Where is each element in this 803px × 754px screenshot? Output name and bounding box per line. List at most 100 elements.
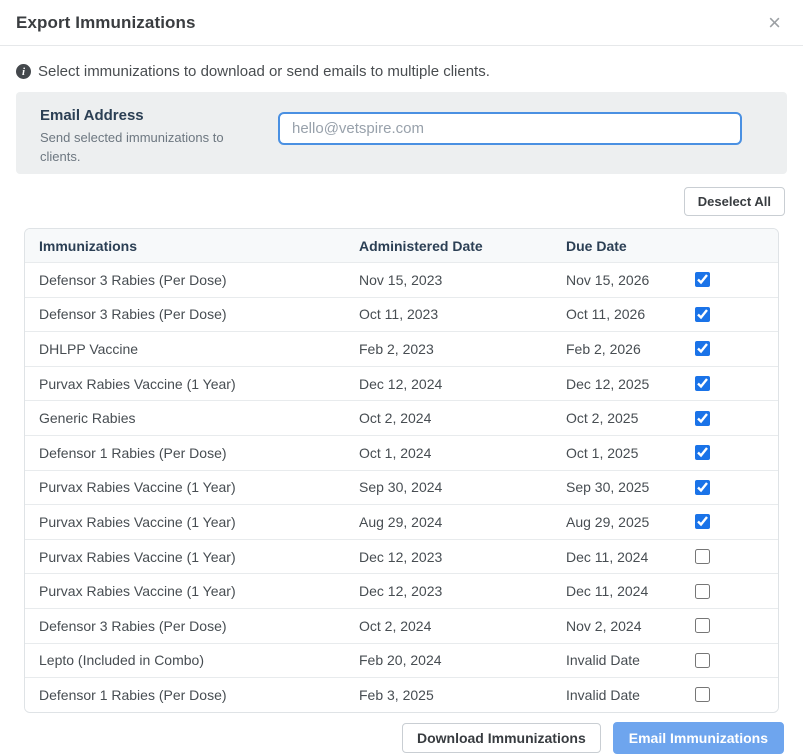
due-date: Nov 15, 2026 — [552, 272, 687, 288]
checkbox-cell — [687, 445, 778, 460]
table-row: Purvax Rabies Vaccine (1 Year) Sep 30, 2… — [25, 470, 778, 505]
email-section: Email Address Send selected immunization… — [16, 92, 787, 174]
checkbox-cell — [687, 480, 778, 495]
info-icon: i — [16, 64, 31, 79]
due-date: Invalid Date — [552, 687, 687, 703]
checkbox-cell — [687, 618, 778, 633]
row-checkbox[interactable] — [695, 687, 710, 702]
row-checkbox[interactable] — [695, 307, 710, 322]
due-date: Sep 30, 2025 — [552, 479, 687, 495]
checkbox-cell — [687, 272, 778, 287]
email-address-label: Email Address — [40, 107, 278, 124]
info-message: i Select immunizations to download or se… — [16, 63, 787, 80]
table-header-row: Immunizations Administered Date Due Date — [25, 229, 778, 262]
row-checkbox[interactable] — [695, 653, 710, 668]
checkbox-cell — [687, 687, 778, 702]
row-checkbox[interactable] — [695, 549, 710, 564]
checkbox-cell — [687, 549, 778, 564]
table-row: Defensor 1 Rabies (Per Dose) Feb 3, 2025… — [25, 677, 778, 712]
download-immunizations-button[interactable]: Download Immunizations — [402, 723, 601, 753]
checkbox-cell — [687, 307, 778, 322]
checkbox-cell — [687, 653, 778, 668]
administered-date: Dec 12, 2023 — [345, 549, 552, 565]
administered-date: Dec 12, 2023 — [345, 583, 552, 599]
checkbox-cell — [687, 341, 778, 356]
modal-header: Export Immunizations × — [0, 0, 803, 46]
administered-date: Oct 1, 2024 — [345, 445, 552, 461]
administered-date: Feb 3, 2025 — [345, 687, 552, 703]
immunization-name: Defensor 3 Rabies (Per Dose) — [25, 618, 345, 634]
table-row: Generic Rabies Oct 2, 2024 Oct 2, 2025 — [25, 400, 778, 435]
column-header-immunizations: Immunizations — [25, 238, 345, 254]
row-checkbox[interactable] — [695, 341, 710, 356]
modal-footer: Download Immunizations Email Immunizatio… — [0, 722, 784, 754]
due-date: Oct 1, 2025 — [552, 445, 687, 461]
immunization-name: Defensor 3 Rabies (Per Dose) — [25, 306, 345, 322]
table-row: Defensor 1 Rabies (Per Dose) Oct 1, 2024… — [25, 435, 778, 470]
immunization-name: Defensor 3 Rabies (Per Dose) — [25, 272, 345, 288]
info-text: Select immunizations to download or send… — [38, 63, 490, 80]
table-row: DHLPP Vaccine Feb 2, 2023 Feb 2, 2026 — [25, 331, 778, 366]
administered-date: Oct 2, 2024 — [345, 618, 552, 634]
immunization-name: Lepto (Included in Combo) — [25, 652, 345, 668]
immunization-name: Purvax Rabies Vaccine (1 Year) — [25, 514, 345, 530]
row-checkbox[interactable] — [695, 411, 710, 426]
administered-date: Sep 30, 2024 — [345, 479, 552, 495]
table-row: Lepto (Included in Combo) Feb 20, 2024 I… — [25, 643, 778, 678]
row-checkbox[interactable] — [695, 480, 710, 495]
due-date: Nov 2, 2024 — [552, 618, 687, 634]
checkbox-cell — [687, 411, 778, 426]
due-date: Oct 11, 2026 — [552, 306, 687, 322]
immunization-name: Generic Rabies — [25, 410, 345, 426]
immunization-name: DHLPP Vaccine — [25, 341, 345, 357]
deselect-all-button[interactable]: Deselect All — [684, 187, 785, 216]
column-header-due-date: Due Date — [552, 238, 687, 254]
immunization-name: Defensor 1 Rabies (Per Dose) — [25, 445, 345, 461]
immunization-name: Purvax Rabies Vaccine (1 Year) — [25, 479, 345, 495]
row-checkbox[interactable] — [695, 584, 710, 599]
checkbox-cell — [687, 376, 778, 391]
row-checkbox[interactable] — [695, 272, 710, 287]
table-row: Purvax Rabies Vaccine (1 Year) Dec 12, 2… — [25, 539, 778, 574]
checkbox-cell — [687, 514, 778, 529]
due-date: Aug 29, 2025 — [552, 514, 687, 530]
row-checkbox[interactable] — [695, 618, 710, 633]
row-checkbox[interactable] — [695, 514, 710, 529]
administered-date: Feb 20, 2024 — [345, 652, 552, 668]
due-date: Feb 2, 2026 — [552, 341, 687, 357]
table-row: Purvax Rabies Vaccine (1 Year) Aug 29, 2… — [25, 504, 778, 539]
close-icon[interactable]: × — [764, 10, 785, 36]
immunizations-table: Immunizations Administered Date Due Date… — [24, 228, 779, 713]
deselect-row: Deselect All — [16, 187, 785, 216]
due-date: Dec 12, 2025 — [552, 376, 687, 392]
modal-title: Export Immunizations — [16, 13, 196, 33]
email-immunizations-button[interactable]: Email Immunizations — [613, 722, 784, 754]
immunization-name: Purvax Rabies Vaccine (1 Year) — [25, 376, 345, 392]
administered-date: Oct 2, 2024 — [345, 410, 552, 426]
due-date: Dec 11, 2024 — [552, 583, 687, 599]
immunization-name: Defensor 1 Rabies (Per Dose) — [25, 687, 345, 703]
immunization-name: Purvax Rabies Vaccine (1 Year) — [25, 549, 345, 565]
email-meta: Email Address Send selected immunization… — [40, 107, 278, 167]
due-date: Invalid Date — [552, 652, 687, 668]
administered-date: Aug 29, 2024 — [345, 514, 552, 530]
table-row: Defensor 3 Rabies (Per Dose) Oct 2, 2024… — [25, 608, 778, 643]
administered-date: Feb 2, 2023 — [345, 341, 552, 357]
table-row: Defensor 3 Rabies (Per Dose) Nov 15, 202… — [25, 262, 778, 297]
column-header-administered-date: Administered Date — [345, 238, 552, 254]
administered-date: Oct 11, 2023 — [345, 306, 552, 322]
due-date: Oct 2, 2025 — [552, 410, 687, 426]
email-address-description: Send selected immunizations to clients. — [40, 129, 230, 167]
checkbox-cell — [687, 584, 778, 599]
administered-date: Dec 12, 2024 — [345, 376, 552, 392]
email-input[interactable] — [278, 112, 742, 145]
due-date: Dec 11, 2024 — [552, 549, 687, 565]
row-checkbox[interactable] — [695, 376, 710, 391]
administered-date: Nov 15, 2023 — [345, 272, 552, 288]
export-immunizations-modal: Export Immunizations × i Select immuniza… — [0, 0, 803, 747]
immunization-name: Purvax Rabies Vaccine (1 Year) — [25, 583, 345, 599]
table-body: Defensor 3 Rabies (Per Dose) Nov 15, 202… — [25, 262, 778, 712]
table-row: Purvax Rabies Vaccine (1 Year) Dec 12, 2… — [25, 366, 778, 401]
table-row: Defensor 3 Rabies (Per Dose) Oct 11, 202… — [25, 297, 778, 332]
row-checkbox[interactable] — [695, 445, 710, 460]
